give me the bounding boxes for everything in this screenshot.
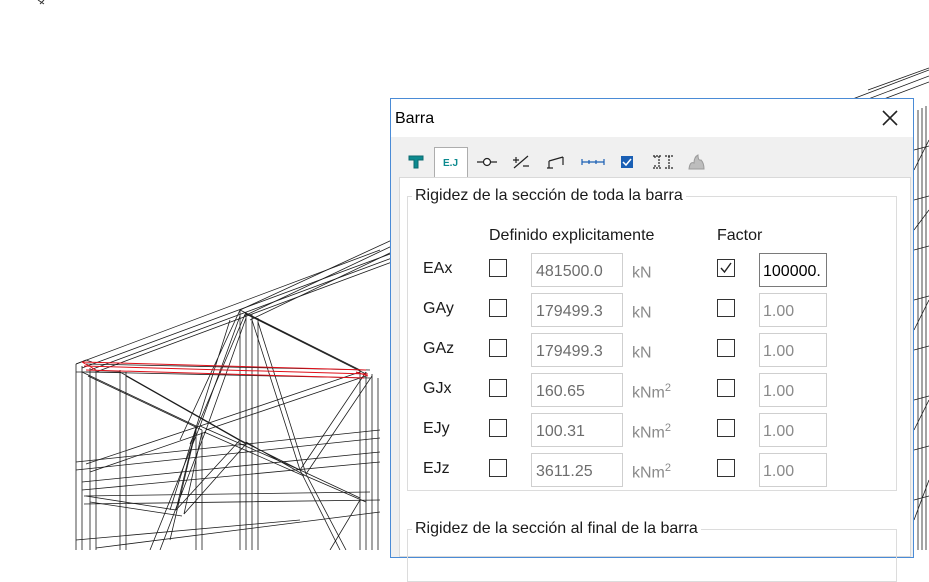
tab-buckling[interactable] xyxy=(644,147,678,177)
buckling-icon xyxy=(653,155,673,169)
offset-icon xyxy=(547,156,564,169)
factor-header: Factor xyxy=(717,227,763,244)
factor-checkbox[interactable] xyxy=(717,299,735,317)
group-legend: Rigidez de la sección al final de la bar… xyxy=(415,520,698,537)
checkmark-icon xyxy=(720,262,732,274)
value-field[interactable]: 3611.25 xyxy=(531,453,623,487)
defined-explicitly-header: Definido explicitamente xyxy=(489,227,655,244)
tab-fire[interactable] xyxy=(679,147,713,177)
unit-label: kNm2 xyxy=(632,462,672,482)
stiffness-panel: Rigidez de la sección de toda la barra D… xyxy=(399,177,911,582)
unit-label: kNm2 xyxy=(632,382,672,402)
defined-checkbox[interactable] xyxy=(489,259,507,277)
selected-member[interactable] xyxy=(81,361,369,379)
value-field[interactable]: 179499.3 xyxy=(531,333,623,367)
tab-section[interactable] xyxy=(399,147,433,177)
span-icon xyxy=(581,159,605,165)
value-field[interactable]: 100.31 xyxy=(531,413,623,447)
barra-dialog: Barra E.J Rigidez de la sección de toda … xyxy=(390,98,914,582)
release-icon xyxy=(477,157,497,167)
defined-checkbox[interactable] xyxy=(489,299,507,317)
value-field[interactable]: 179499.3 xyxy=(531,293,623,327)
factor-checkbox[interactable] xyxy=(717,379,735,397)
member-end-stiffness-group: Rigidez de la sección al final de la bar… xyxy=(407,520,897,582)
row-label: GAz xyxy=(423,340,455,357)
unit-label: kNm2 xyxy=(632,422,672,442)
section-icon xyxy=(408,155,424,169)
group-legend: Rigidez de la sección de toda la barra xyxy=(415,187,683,204)
axis-indicator xyxy=(37,0,45,5)
stiffness-icon: E.J xyxy=(443,158,458,169)
unit-label: kN xyxy=(632,264,652,282)
factor-field[interactable]: 1.00 xyxy=(759,333,827,367)
check-icon xyxy=(621,156,633,168)
row-label: EAx xyxy=(423,260,453,277)
unit-label: kN xyxy=(632,304,652,322)
defined-checkbox[interactable] xyxy=(489,339,507,357)
tab-releases[interactable] xyxy=(469,147,503,177)
factor-checkbox[interactable] xyxy=(717,339,735,357)
factor-checkbox[interactable] xyxy=(717,419,735,437)
close-icon[interactable] xyxy=(877,105,903,131)
svg-text:E.J: E.J xyxy=(443,158,458,169)
tab-angle[interactable] xyxy=(504,147,538,177)
factor-checkbox[interactable] xyxy=(717,459,735,477)
defined-checkbox[interactable] xyxy=(489,419,507,437)
tab-check[interactable] xyxy=(609,147,643,177)
dialog-title: Barra xyxy=(395,110,435,127)
tab-offset[interactable] xyxy=(539,147,573,177)
fire-icon xyxy=(688,154,705,170)
row-label: EJy xyxy=(423,420,450,437)
factor-field[interactable]: 100000. xyxy=(759,253,827,287)
factor-field[interactable]: 1.00 xyxy=(759,293,827,327)
factor-field[interactable]: 1.00 xyxy=(759,373,827,407)
value-field[interactable]: 481500.0 xyxy=(531,253,623,287)
angle-icon xyxy=(513,155,529,169)
row-label: EJz xyxy=(423,460,450,477)
factor-field[interactable]: 1.00 xyxy=(759,453,827,487)
tab-stiffness[interactable]: E.J xyxy=(434,147,468,178)
factor-field[interactable]: 1.00 xyxy=(759,413,827,447)
tab-strip: E.J xyxy=(399,147,729,178)
tab-span[interactable] xyxy=(574,147,608,177)
defined-checkbox[interactable] xyxy=(489,379,507,397)
defined-checkbox[interactable] xyxy=(489,459,507,477)
factor-checkbox[interactable] xyxy=(717,259,735,277)
row-label: GJx xyxy=(423,380,452,397)
unit-label: kN xyxy=(632,344,652,362)
value-field[interactable]: 160.65 xyxy=(531,373,623,407)
row-label: GAy xyxy=(423,300,454,317)
dialog-titlebar[interactable]: Barra xyxy=(391,99,913,137)
